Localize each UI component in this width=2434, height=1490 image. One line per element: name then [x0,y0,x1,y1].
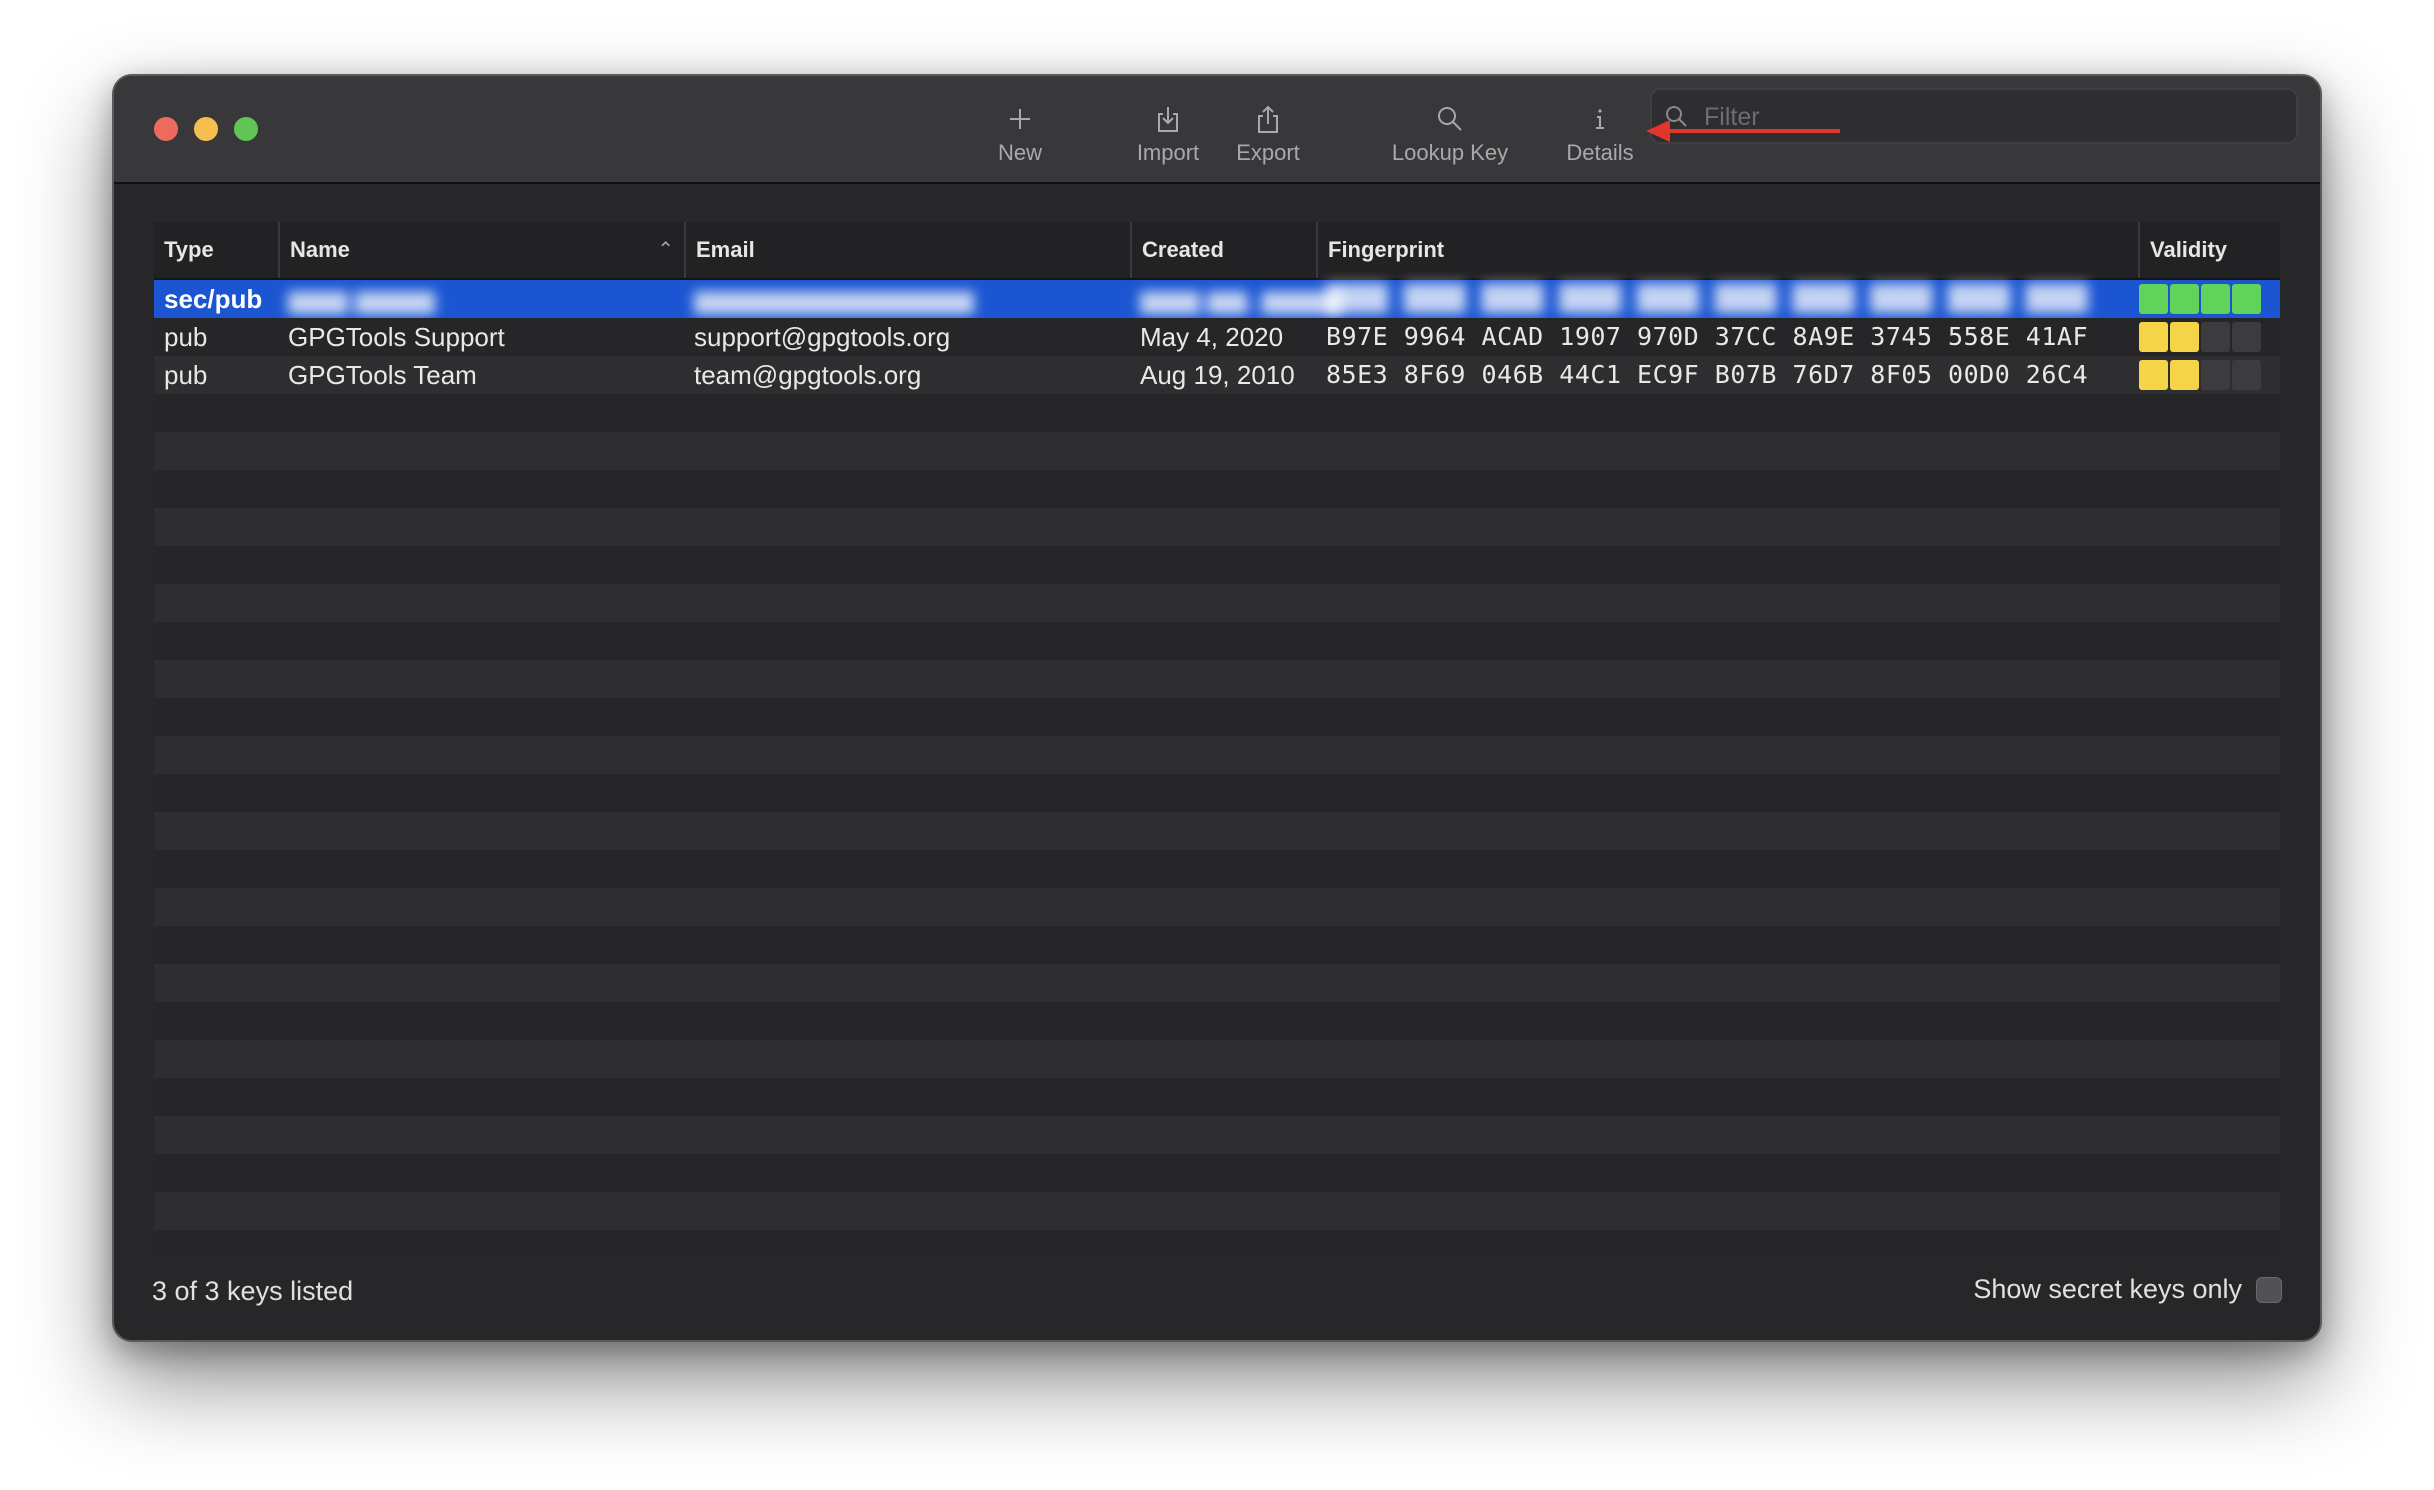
key-row[interactable]: sec/pub ▆▆▆ ▆▆▆▆ ▆▆▆▆▆▆▆▆▆▆▆▆▆▆ ▆▆▆ ▆▆, ▆▆▆… [154,280,2280,318]
close-window-button[interactable] [154,117,178,141]
details-label: Details [1566,140,1634,165]
validity-segment [2201,284,2230,314]
plus-icon [1010,109,1030,129]
details-button[interactable]: Details [1550,98,1650,176]
sort-ascending-icon: ⌃ [657,239,674,261]
empty-row[interactable] [154,1154,2280,1192]
empty-row[interactable] [154,1078,2280,1116]
key-type: pub [164,360,208,390]
key-created-date: May 4, 2020 [1140,322,1284,352]
import-button[interactable]: Import [1118,98,1218,176]
minimize-window-button[interactable] [194,117,218,141]
gpg-keychain-window: New Import Export Lookup Key Details Fil… [112,74,2322,1342]
key-type: sec/pub [164,284,263,314]
key-type: pub [164,322,208,352]
validity-segment [2232,322,2261,352]
validity-segment [2232,360,2261,390]
key-fingerprint: ████ ████ ████ ████ ████ ████ ████ ████ … [1326,284,2089,313]
validity-indicator [2139,360,2261,390]
keys-table: Type Name ⌃ Email Created Fingerprint Va… [154,222,2280,1252]
empty-row[interactable] [154,812,2280,850]
import-icon [1158,107,1178,132]
validity-indicator [2139,284,2261,314]
info-icon [1596,109,1604,129]
empty-row[interactable] [154,736,2280,774]
secret-only-label: Show secret keys only [1973,1274,2242,1304]
empty-row[interactable] [154,1192,2280,1230]
empty-row[interactable] [154,508,2280,546]
validity-segment [2232,284,2261,314]
export-label: Export [1236,140,1300,165]
empty-row[interactable] [154,964,2280,1002]
empty-row[interactable] [154,888,2280,926]
column-header-email[interactable]: Email [684,222,1130,278]
validity-indicator [2139,322,2261,352]
titlebar: New Import Export Lookup Key Details [114,76,2320,184]
keys-count-status: 3 of 3 keys listed [152,1276,354,1306]
key-name: GPGTools Support [288,322,505,352]
export-button[interactable]: Export [1218,98,1318,176]
empty-row[interactable] [154,584,2280,622]
key-row[interactable]: pub GPGTools Support support@gpgtools.org M… [154,318,2280,356]
key-created-date: Aug 19, 2010 [1140,360,1295,390]
empty-row[interactable] [154,660,2280,698]
table-header: Type Name ⌃ Email Created Fingerprint Va… [154,222,2280,280]
validity-segment [2201,360,2230,390]
empty-row[interactable] [154,546,2280,584]
zoom-window-button[interactable] [234,117,258,141]
key-email: support@gpgtools.org [694,322,951,352]
validity-segment [2139,360,2168,390]
empty-row[interactable] [154,926,2280,964]
validity-segment [2139,284,2168,314]
key-email: team@gpgtools.org [694,360,922,390]
lookup-key-button[interactable]: Lookup Key [1380,98,1520,176]
key-row[interactable]: pub GPGTools Team team@gpgtools.org Aug 19,… [154,356,2280,394]
empty-row[interactable] [154,1040,2280,1078]
new-key-label: New [997,140,1042,165]
empty-row[interactable] [154,1002,2280,1040]
lookup-key-label: Lookup Key [1391,140,1509,165]
key-email: ▆▆▆▆▆▆▆▆▆▆▆▆▆▆ [694,284,974,314]
secret-only-checkbox[interactable] [2256,1276,2282,1303]
validity-segment [2170,360,2199,390]
import-label: Import [1136,140,1200,165]
column-header-created[interactable]: Created [1130,222,1316,278]
column-header-type[interactable]: Type [154,222,278,278]
key-name: ▆▆▆ ▆▆▆▆ [288,284,436,314]
empty-row[interactable] [154,774,2280,812]
new-key-button[interactable]: New [970,98,1070,176]
validity-segment [2170,322,2199,352]
empty-row[interactable] [154,622,2280,660]
column-header-validity[interactable]: Validity [2138,222,2280,278]
column-header-name-label: Name [290,237,350,262]
empty-row[interactable] [154,432,2280,470]
empty-row[interactable] [154,394,2280,432]
secret-only-toggle[interactable]: Show secret keys only [1973,1274,2282,1305]
empty-row[interactable] [154,850,2280,888]
share-icon [1258,105,1278,133]
validity-segment [2139,322,2168,352]
empty-row[interactable] [154,470,2280,508]
key-created-date: ▆▆▆ ▆▆, ▆▆▆▆ [1140,284,1342,314]
column-header-name[interactable]: Name ⌃ [278,222,684,278]
empty-row[interactable] [154,1116,2280,1154]
validity-segment [2170,284,2199,314]
empty-row[interactable] [154,698,2280,736]
annotation-arrow-icon [1646,120,1840,142]
empty-row[interactable] [154,1230,2280,1252]
validity-segment [2201,322,2230,352]
key-name: GPGTools Team [288,360,477,390]
key-fingerprint: 85E3 8F69 046B 44C1 EC9F B07B 76D7 8F05 … [1326,360,2089,389]
column-header-fingerprint[interactable]: Fingerprint [1316,222,2138,278]
key-fingerprint: B97E 9964 ACAD 1907 970D 37CC 8A9E 3745 … [1326,322,2089,351]
magnifier-icon [1438,107,1462,131]
